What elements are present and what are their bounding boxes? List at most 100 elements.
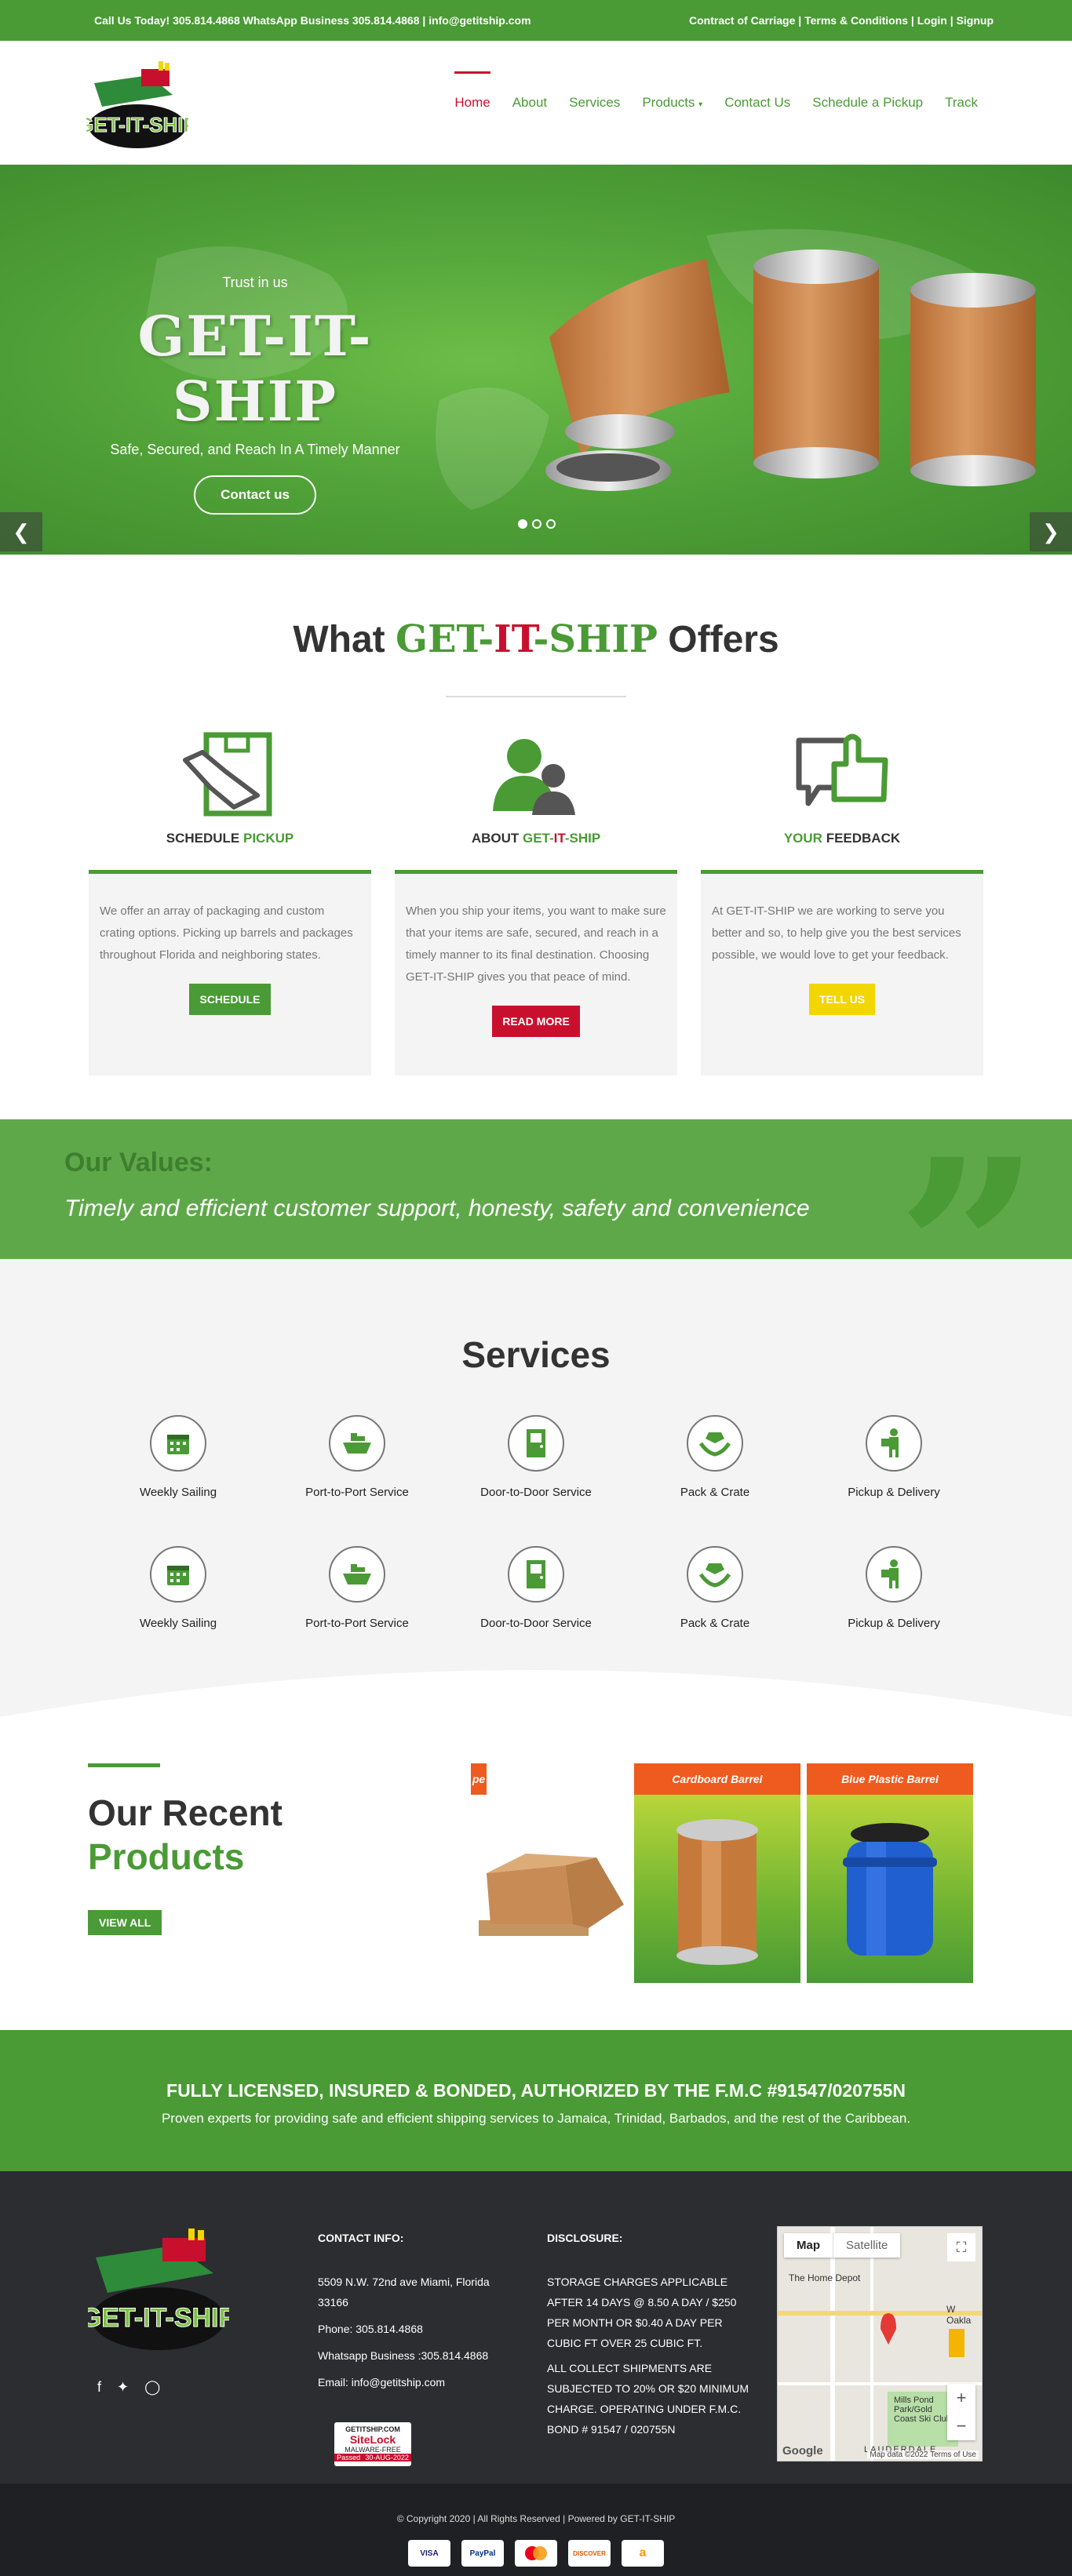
offer-cards: SCHEDULE PICKUP We offer an array of pac…: [0, 729, 1072, 1075]
license-text: Proven experts for providing safe and ef…: [161, 2111, 911, 2126]
service-label: Port-to-Port Service: [305, 1617, 409, 1630]
service-item[interactable]: Weekly Sailing: [89, 1415, 268, 1499]
sitelock-badge[interactable]: GETITSHIP.COM SiteLock MALWARE-FREE Pass…: [334, 2422, 411, 2466]
google-logo: Google: [782, 2444, 823, 2458]
hero-title: GET-IT-SHIP: [137, 304, 373, 434]
product-card[interactable]: Blue Plastic Barrel: [807, 1763, 973, 1983]
nav-services[interactable]: Services: [569, 90, 620, 115]
nav-about[interactable]: About: [512, 90, 547, 115]
disclosure-heading: DISCLOSURE:: [547, 2232, 623, 2244]
offer-card-feedback: YOUR FEEDBACK At GET-IT-SHIP we are work…: [701, 729, 983, 1075]
slider-dot[interactable]: [532, 519, 541, 529]
service-label: Pickup & Delivery: [848, 1486, 940, 1499]
cardboard-box-image: [471, 1795, 628, 1983]
calendar-icon: [150, 1546, 206, 1603]
hero-contact-button[interactable]: Contact us: [194, 475, 316, 515]
link-terms[interactable]: Terms & Conditions: [804, 14, 908, 27]
slider-dots: [518, 519, 556, 529]
footer-email[interactable]: Email: info@getitship.com: [318, 2372, 514, 2392]
nav-products[interactable]: Products ▾: [642, 90, 702, 115]
ship-icon: [329, 1415, 385, 1472]
offer-text: When you ship your items, you want to ma…: [406, 904, 666, 984]
contact-line[interactable]: Call Us Today! 305.814.4868 WhatsApp Bus…: [94, 14, 531, 27]
services-grid: Weekly Sailing Port-to-Port Service Door-t…: [89, 1415, 983, 1630]
zoom-in-button[interactable]: +: [947, 2384, 975, 2412]
offer-card-about: ABOUT GET-IT-SHIP When you ship your ite…: [395, 729, 677, 1075]
service-label: Port-to-Port Service: [305, 1486, 409, 1499]
offer-body: At GET-IT-SHIP we are working to serve y…: [701, 870, 983, 1075]
instagram-icon[interactable]: ◯: [144, 2379, 160, 2396]
nav-contact[interactable]: Contact Us: [724, 90, 790, 115]
visa-icon: VISA: [408, 2540, 450, 2567]
service-item[interactable]: Port-to-Port Service: [268, 1415, 447, 1499]
service-label: Door-to-Door Service: [480, 1486, 592, 1499]
hero-next-button[interactable]: ❯: [1030, 512, 1072, 551]
hero-prev-button[interactable]: ❮: [0, 512, 42, 551]
footer-address: 5509 N.W. 72nd ave Miami, Florida 33166: [318, 2276, 490, 2309]
view-all-button[interactable]: VIEW ALL: [88, 1910, 162, 1935]
site-logo[interactable]: GET-IT-SHIP: [78, 52, 197, 154]
link-signup[interactable]: Signup: [957, 14, 994, 27]
fullscreen-icon[interactable]: ⛶: [947, 2233, 975, 2261]
caret-down-icon: ▾: [698, 100, 703, 109]
mastercard-icon: [515, 2540, 557, 2567]
service-item[interactable]: Pack & Crate: [625, 1546, 804, 1630]
service-item[interactable]: Weekly Sailing: [89, 1546, 268, 1630]
delivery-person-icon: [866, 1415, 922, 1472]
schedule-button[interactable]: SCHEDULE: [189, 984, 271, 1015]
box-hands-icon: [687, 1415, 743, 1472]
link-login[interactable]: Login: [917, 14, 947, 27]
footer-logo: GET-IT-SHIP: [80, 2226, 237, 2356]
slider-dot[interactable]: [546, 519, 556, 529]
chevron-left-icon: ❮: [13, 519, 30, 544]
nav-schedule-pickup[interactable]: Schedule a Pickup: [812, 90, 923, 115]
service-item[interactable]: Door-to-Door Service: [447, 1415, 625, 1499]
box-hands-icon: [687, 1546, 743, 1603]
section-divider: [446, 696, 626, 697]
site-header: GET-IT-SHIP Home About Services Products…: [0, 41, 1072, 165]
read-more-button[interactable]: READ MORE: [492, 1006, 580, 1037]
copyright-bar: © Copyright 2020 | All Rights Reserved |…: [0, 2483, 1072, 2576]
product-carousel: pe Cardboard Barrel Blue Plastic Barrel: [471, 1763, 973, 1983]
product-card[interactable]: Cardboard Barrel: [634, 1763, 800, 1983]
amazon-icon: a: [622, 2540, 664, 2567]
service-item[interactable]: Pickup & Delivery: [804, 1415, 983, 1499]
values-heading: Our Values:: [64, 1148, 213, 1177]
payment-methods: VISA PayPal DISCOVER a: [0, 2540, 1072, 2567]
footer-phone[interactable]: Phone: 305.814.4868: [318, 2319, 514, 2339]
map-label: The Home Depot: [789, 2272, 861, 2283]
twitter-icon[interactable]: ✦: [117, 2379, 129, 2396]
slider-dot[interactable]: [518, 519, 527, 529]
location-map[interactable]: Map Satellite ⛶ The Home Depot W Oakla M…: [777, 2226, 983, 2461]
facebook-icon[interactable]: f: [97, 2379, 101, 2396]
tell-us-button[interactable]: TELL US: [808, 984, 876, 1015]
offers-heading: What GET-IT-SHIP Offers: [293, 617, 779, 661]
site-footer: GET-IT-SHIP f ✦ ◯ CONTACT INFO: 5509 N.W…: [0, 2171, 1072, 2483]
footer-whatsapp[interactable]: Whatsapp Business :305.814.4868: [318, 2345, 514, 2366]
nav-track[interactable]: Track: [945, 90, 978, 115]
hero-kicker: Trust in us: [222, 275, 288, 290]
thumbs-up-chat-icon: [701, 729, 983, 823]
zoom-out-button[interactable]: −: [947, 2412, 975, 2440]
service-item[interactable]: Door-to-Door Service: [447, 1546, 625, 1630]
footer-disclosure: DISCLOSURE: STORAGE CHARGES APPLICABLE A…: [547, 2228, 751, 2444]
license-heading: FULLY LICENSED, INSURED & BONDED, AUTHOR…: [166, 2080, 906, 2101]
link-contract-of-carriage[interactable]: Contract of Carriage: [689, 14, 795, 27]
products-section: Our Recent Products VIEW ALL pe Cardboar…: [0, 1716, 1072, 2030]
offer-title: SCHEDULE PICKUP: [166, 831, 294, 846]
map-zoom-controls: + −: [947, 2384, 975, 2440]
service-item[interactable]: Pickup & Delivery: [804, 1546, 983, 1630]
map-credit[interactable]: Map data ©2022 Terms of Use: [867, 2450, 979, 2459]
license-banner: FULLY LICENSED, INSURED & BONDED, AUTHOR…: [0, 2030, 1072, 2171]
map-tab-map[interactable]: Map: [784, 2233, 833, 2258]
users-icon: [395, 729, 677, 823]
map-tab-satellite[interactable]: Satellite: [833, 2233, 900, 2258]
product-card[interactable]: pe: [471, 1763, 628, 1983]
top-bar: Call Us Today! 305.814.4868 WhatsApp Bus…: [0, 0, 1072, 41]
services-section: Services Weekly Sailing Port-to-Port Serv…: [0, 1259, 1072, 1717]
service-item[interactable]: Port-to-Port Service: [268, 1546, 447, 1630]
delivery-person-icon: [866, 1546, 922, 1603]
hero-text: Trust in us GET-IT-SHIP Safe, Secured, a…: [75, 275, 436, 515]
nav-home[interactable]: Home: [454, 71, 491, 115]
service-item[interactable]: Pack & Crate: [625, 1415, 804, 1499]
